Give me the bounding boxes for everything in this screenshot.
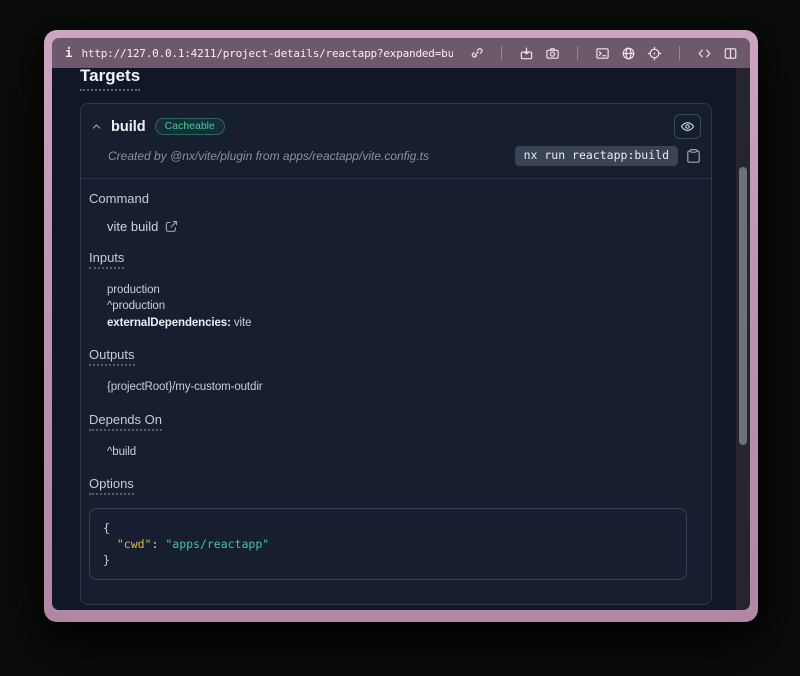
target-icon[interactable] bbox=[647, 46, 662, 61]
view-target-button[interactable] bbox=[674, 114, 701, 139]
camera-icon[interactable] bbox=[545, 46, 560, 61]
code-icon[interactable] bbox=[697, 46, 712, 61]
json-value: "apps/reactapp" bbox=[165, 537, 269, 551]
clipboard-icon bbox=[686, 148, 701, 164]
info-icon: i bbox=[64, 46, 73, 60]
eye-icon bbox=[680, 119, 695, 134]
build-header[interactable]: build Cacheable bbox=[81, 104, 711, 143]
command-value: vite build bbox=[107, 219, 158, 234]
build-details: Command vite build Inputs bbox=[81, 179, 711, 605]
download-icon[interactable] bbox=[519, 46, 534, 61]
input-item: externalDependencies: vite bbox=[107, 315, 695, 332]
options-heading: Options bbox=[89, 476, 695, 495]
page-title: Targets bbox=[80, 68, 140, 91]
project-details-page: Targets build Cacheable bbox=[52, 68, 750, 610]
address-bar[interactable]: http://127.0.0.1:4211/project-details/re… bbox=[81, 47, 453, 60]
split-view-icon[interactable] bbox=[723, 46, 738, 61]
scrollbar-thumb[interactable] bbox=[739, 167, 747, 445]
outputs-heading: Outputs bbox=[89, 347, 695, 366]
toolbar-separator bbox=[501, 46, 502, 60]
depends-on-item: ^build bbox=[107, 444, 695, 461]
globe-icon[interactable] bbox=[621, 46, 636, 61]
target-card-build: build Cacheable Created by @nx/vite/plug… bbox=[80, 103, 712, 605]
inputs-section: Inputs production ^production externalDe… bbox=[89, 250, 695, 332]
json-cwd-line: "cwd": "apps/reactapp" bbox=[103, 536, 673, 552]
browser-window: i http://127.0.0.1:4211/project-details/… bbox=[44, 30, 758, 622]
external-link-icon[interactable] bbox=[165, 220, 178, 233]
output-item: {projectRoot}/my-custom-outdir bbox=[107, 379, 695, 396]
target-name: build bbox=[111, 119, 146, 135]
browser-toolbar: i http://127.0.0.1:4211/project-details/… bbox=[52, 38, 750, 68]
depends-on-heading: Depends On bbox=[89, 412, 695, 431]
scrollbar-track[interactable] bbox=[736, 68, 750, 610]
cacheable-badge: Cacheable bbox=[155, 118, 225, 136]
toolbar-separator bbox=[577, 46, 578, 60]
created-by-text: Created by @nx/vite/plugin from apps/rea… bbox=[108, 149, 429, 163]
depends-on-section: Depends On ^build bbox=[89, 412, 695, 461]
toolbar-icons bbox=[469, 46, 738, 61]
link-icon[interactable] bbox=[469, 46, 484, 61]
input-item: production bbox=[107, 282, 695, 299]
command-heading: Command bbox=[89, 191, 695, 206]
chevron-up-icon[interactable] bbox=[91, 121, 102, 132]
build-subheader: Created by @nx/vite/plugin from apps/rea… bbox=[81, 143, 711, 178]
json-open-brace: { bbox=[103, 520, 673, 536]
command-section: Command vite build bbox=[89, 191, 695, 234]
window-inner: i http://127.0.0.1:4211/project-details/… bbox=[52, 38, 750, 610]
copy-command-button[interactable] bbox=[686, 148, 701, 164]
json-key: "cwd" bbox=[117, 537, 152, 551]
json-close-brace: } bbox=[103, 552, 673, 568]
inputs-heading: Inputs bbox=[89, 250, 695, 269]
terminal-icon[interactable] bbox=[595, 46, 610, 61]
toolbar-separator bbox=[679, 46, 680, 60]
options-section: Options { "cwd": "apps/reactapp" } bbox=[89, 476, 695, 580]
command-value-row: vite build bbox=[107, 219, 695, 234]
outputs-section: Outputs {projectRoot}/my-custom-outdir bbox=[89, 347, 695, 396]
options-code-block: { "cwd": "apps/reactapp" } bbox=[89, 508, 687, 580]
input-item: ^production bbox=[107, 298, 695, 315]
run-command-chip: nx run reactapp:build bbox=[515, 146, 678, 166]
